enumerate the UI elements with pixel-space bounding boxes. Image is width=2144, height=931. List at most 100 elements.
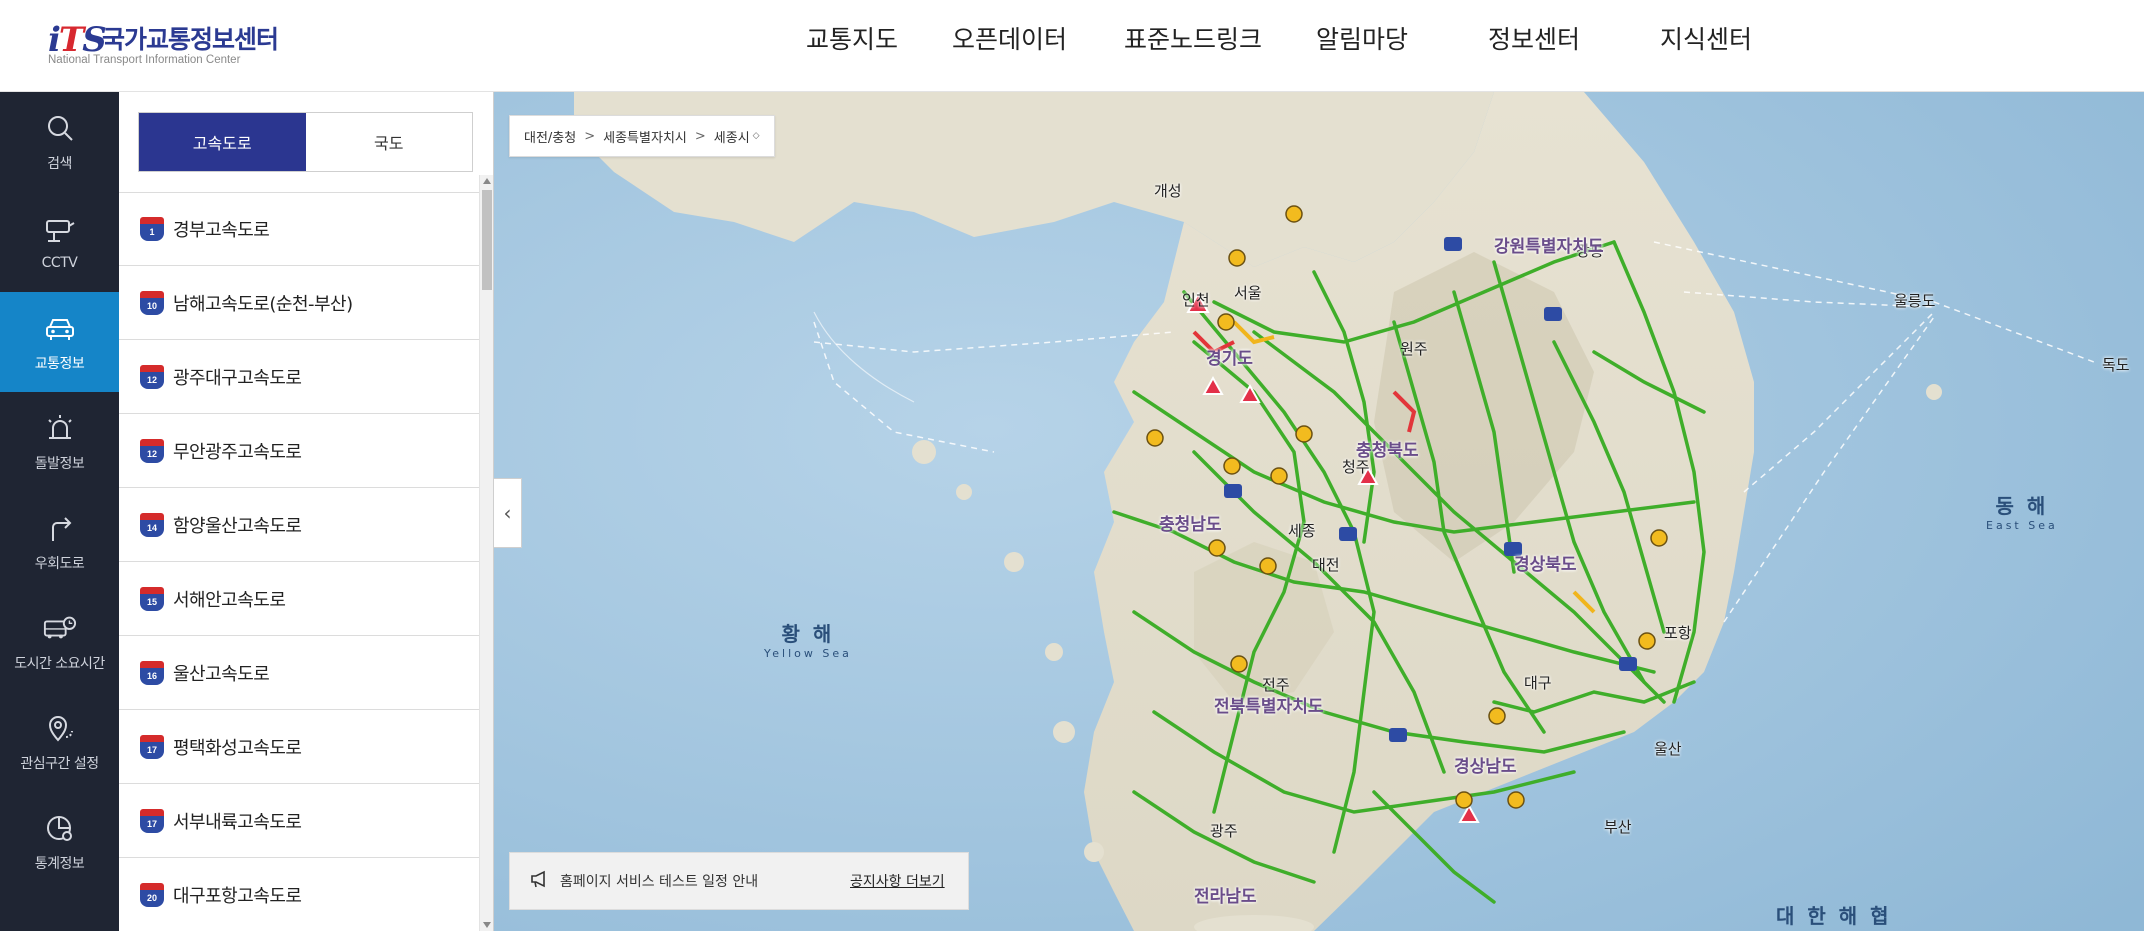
alert-icon: [43, 411, 77, 445]
region-label: 경상북도: [1514, 555, 1577, 575]
region-label: 전라남도: [1194, 887, 1257, 907]
nav-open-data[interactable]: 오픈데이터: [952, 0, 1124, 80]
region-label: 경기도: [1206, 349, 1253, 369]
chevron-down-icon[interactable]: ◇: [753, 131, 760, 141]
search-icon: [43, 111, 77, 145]
expressway-shield-icon: 1: [140, 217, 164, 241]
site-logo[interactable]: iTS 국가교통정보센터 National Transport Informat…: [44, 16, 304, 72]
region-label: 충청북도: [1356, 441, 1419, 461]
pin-icon: [43, 711, 77, 745]
rail-label: 통계정보: [34, 856, 85, 872]
city-label: 세종: [1288, 522, 1316, 540]
notice-banner: 홈페이지 서비스 테스트 일정 안내 공지사항 더보기: [509, 852, 969, 910]
city-label: 개성: [1154, 182, 1182, 200]
expressway-shield-icon: 12: [140, 364, 164, 389]
breadcrumb-city[interactable]: 세종시: [714, 127, 750, 146]
chevron-left-icon: ‹: [503, 501, 512, 525]
expressway-shield-icon: 15: [140, 586, 164, 611]
road-name: 광주대구고속도로: [173, 367, 302, 389]
rail-label: 검색: [47, 156, 72, 172]
road-name: 대구포항고속도로: [173, 885, 302, 907]
region-label: 강원특별자치도: [1494, 237, 1604, 257]
notice-text[interactable]: 홈페이지 서비스 테스트 일정 안내: [560, 871, 850, 891]
rail-item-interest-section[interactable]: 관심구간 설정: [0, 692, 119, 792]
road-name: 경부고속도로: [173, 220, 270, 241]
nav-info-center[interactable]: 정보센터: [1488, 0, 1660, 80]
road-list-item[interactable]: 20 대구포항고속도로: [119, 858, 479, 931]
scroll-up-arrow-icon[interactable]: [483, 178, 491, 184]
panel-collapse-button[interactable]: ‹: [494, 478, 522, 548]
stats-icon: [43, 811, 77, 845]
scroll-down-arrow-icon[interactable]: [483, 922, 491, 928]
road-list-item[interactable]: 17 서부내륙고속도로: [119, 784, 479, 858]
notice-more-link[interactable]: 공지사항 더보기: [850, 871, 945, 891]
road-list-scrollbar[interactable]: [479, 175, 493, 931]
rail-item-traffic-info[interactable]: 교통정보: [0, 292, 119, 392]
expressway-shield-icon: 16: [140, 660, 164, 685]
rail-item-detour[interactable]: 우회도로: [0, 492, 119, 592]
city-label: 부산: [1604, 818, 1632, 836]
region-label: 전북특별자치도: [1214, 697, 1324, 717]
road-list-panel: 고속도로 국도 1 경부고속도로 10 남해고속도로(순천-부산) 12 광주대구고속…: [119, 92, 494, 931]
city-label: 원주: [1400, 340, 1428, 358]
road-list-item[interactable]: 1 경부고속도로: [119, 192, 479, 266]
expressway-shield-icon: 17: [140, 734, 164, 759]
breadcrumb-separator-icon: >: [584, 128, 596, 144]
city-label: 독도: [2102, 356, 2130, 374]
road-list-item[interactable]: 16 울산고속도로: [119, 636, 479, 710]
logo-korean-text: 국가교통정보센터: [102, 25, 279, 54]
road-list-item[interactable]: 17 평택화성고속도로: [119, 710, 479, 784]
tab-national-road[interactable]: 국도: [305, 113, 472, 171]
megaphone-icon: [530, 870, 550, 892]
breadcrumb-region[interactable]: 대전/충청: [524, 127, 576, 146]
rail-item-statistics[interactable]: 통계정보: [0, 792, 119, 892]
scroll-thumb[interactable]: [482, 190, 492, 290]
tab-expressway[interactable]: 고속도로: [139, 113, 306, 171]
expressway-shield-icon: 14: [140, 512, 164, 537]
breadcrumb-separator-icon: >: [694, 128, 706, 144]
road-name: 서부내륙고속도로: [173, 811, 302, 833]
rail-label: 우회도로: [34, 556, 85, 572]
rail-label: 도시간 소요시간: [14, 656, 105, 672]
top-header: iTS 국가교통정보센터 National Transport Informat…: [0, 0, 2144, 92]
city-label: 대전: [1312, 556, 1340, 574]
nav-knowledge-center[interactable]: 지식센터: [1660, 0, 1810, 80]
road-list-item[interactable]: 14 함양울산고속도로: [119, 488, 479, 562]
rail-item-intercity-time[interactable]: 도시간 소요시간: [0, 592, 119, 692]
breadcrumb-province[interactable]: 세종특별자치시: [603, 127, 687, 146]
road-type-tabs: 고속도로 국도: [138, 112, 473, 172]
road-name: 남해고속도로(순천-부산): [173, 293, 353, 315]
expressway-shield-icon: 20: [140, 882, 164, 907]
logo-english-text: National Transport Information Center: [48, 54, 241, 66]
nav-notice-board[interactable]: 알림마당: [1316, 0, 1488, 80]
road-list-item[interactable]: 12 광주대구고속도로: [119, 340, 479, 414]
bus-clock-icon: [43, 611, 77, 645]
cctv-icon: [43, 213, 77, 247]
rail-item-cctv[interactable]: CCTV: [0, 192, 119, 292]
city-label: 대구: [1524, 674, 1552, 692]
rail-item-incident-info[interactable]: 돌발정보: [0, 392, 119, 492]
road-name: 서해안고속도로: [173, 589, 286, 611]
road-name: 무안광주고속도로: [173, 441, 302, 463]
road-list-item[interactable]: 15 서해안고속도로: [119, 562, 479, 636]
city-label: 울산: [1654, 740, 1682, 758]
city-label: 포항: [1664, 624, 1692, 642]
left-rail: 검색 CCTV 교통정보 돌발정보 우회도로 도시간 소요시간 관심구간 설정 …: [0, 92, 119, 931]
nav-standard-node-link[interactable]: 표준노드링크: [1124, 0, 1316, 80]
rail-label: 돌발정보: [34, 456, 85, 472]
sea-label-yellow: 황 해 Yellow Sea: [764, 622, 852, 660]
expressway-shield-icon: 12: [140, 438, 164, 463]
city-label: 울릉도: [1894, 292, 1936, 310]
location-breadcrumb[interactable]: 대전/충청 > 세종특별자치시 > 세종시 ◇: [509, 115, 775, 157]
road-list-item[interactable]: 12 무안광주고속도로: [119, 414, 479, 488]
nav-traffic-map[interactable]: 교통지도: [780, 0, 952, 80]
car-icon: [43, 311, 77, 345]
expressway-shield-icon: 10: [140, 290, 164, 315]
rail-item-search[interactable]: 검색: [0, 92, 119, 192]
detour-icon: [43, 511, 77, 545]
traffic-map[interactable]: 황 해 Yellow Sea 동 해 East Sea 대 한 해 협 개성 서울 …: [494, 92, 2144, 931]
road-list-item[interactable]: 10 남해고속도로(순천-부산): [119, 266, 479, 340]
road-name: 울산고속도로: [173, 663, 270, 685]
sea-label-east: 동 해 East Sea: [1986, 494, 2058, 532]
map-canvas: [494, 92, 2144, 931]
